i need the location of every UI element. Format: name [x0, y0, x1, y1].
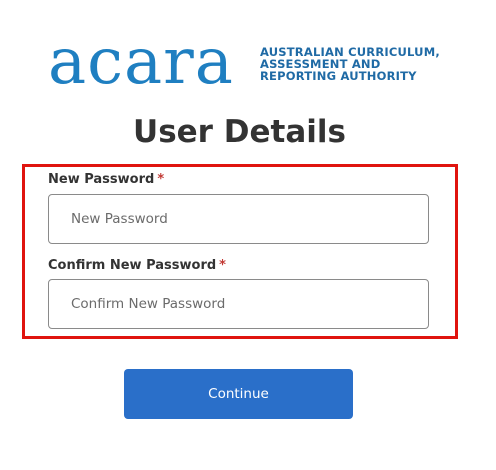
required-marker: * [157, 172, 165, 187]
logo-tagline-line-3: REPORTING AUTHORITY [260, 69, 417, 83]
continue-button[interactable]: Continue [124, 369, 353, 419]
acara-logo: acara AUSTRALIAN CURRICULUM, ASSESSMENT … [48, 30, 448, 94]
confirm-password-label: Confirm New Password * [48, 258, 226, 273]
logo-wordmark: acara [48, 25, 234, 99]
logo-tagline: AUSTRALIAN CURRICULUM, ASSESSMENT AND RE… [260, 46, 440, 82]
confirm-password-label-text: Confirm New Password [48, 258, 217, 273]
new-password-input[interactable] [48, 194, 429, 244]
confirm-password-input[interactable] [48, 279, 429, 329]
page: acara AUSTRALIAN CURRICULUM, ASSESSMENT … [0, 0, 496, 470]
required-marker: * [219, 258, 226, 273]
new-password-label-text: New Password [48, 172, 155, 187]
new-password-label: New Password * [48, 172, 164, 187]
page-title: User Details [133, 114, 346, 150]
